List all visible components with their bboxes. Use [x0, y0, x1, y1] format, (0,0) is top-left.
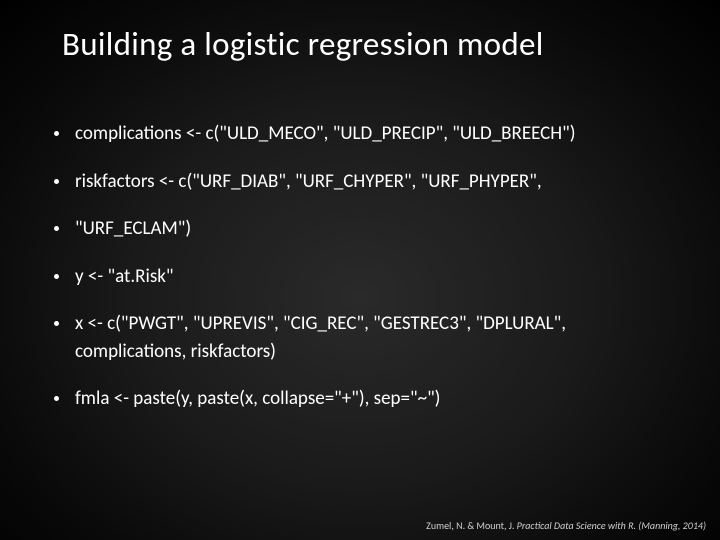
list-item: y <- "at.Risk"	[54, 263, 672, 291]
bullet-icon	[54, 226, 59, 231]
slide-title: Building a logistic regression model	[0, 0, 720, 64]
bullet-icon	[54, 396, 59, 401]
citation-title: Practical Data Science with R.	[517, 519, 636, 532]
bullet-icon	[54, 274, 59, 279]
bullet-icon	[54, 131, 59, 136]
bullet-text: riskfactors <- c("URF_DIAB", "URF_CHYPER…	[75, 168, 672, 196]
bullet-text: x <- c("PWGT", "UPREVIS", "CIG_REC", "GE…	[75, 310, 672, 365]
list-item: "URF_ECLAM")	[54, 215, 672, 243]
bullet-text: complications <- c("ULD_MECO", "ULD_PREC…	[75, 120, 672, 148]
list-item: fmla <- paste(y, paste(x, collapse="+"),…	[54, 385, 672, 413]
bullet-text: y <- "at.Risk"	[75, 263, 672, 291]
bullet-list: complications <- c("ULD_MECO", "ULD_PREC…	[0, 64, 720, 413]
bullet-icon	[54, 321, 59, 326]
bullet-text: "URF_ECLAM")	[75, 215, 672, 243]
bullet-icon	[54, 179, 59, 184]
list-item: complications <- c("ULD_MECO", "ULD_PREC…	[54, 120, 672, 148]
list-item: riskfactors <- c("URF_DIAB", "URF_CHYPER…	[54, 168, 672, 196]
bullet-text: fmla <- paste(y, paste(x, collapse="+"),…	[75, 385, 672, 413]
citation-authors: Zumel, N. & Mount, J.	[426, 519, 517, 532]
citation: Zumel, N. & Mount, J. Practical Data Sci…	[426, 519, 706, 532]
list-item: x <- c("PWGT", "UPREVIS", "CIG_REC", "GE…	[54, 310, 672, 365]
citation-pub: (Manning, 2014)	[636, 519, 706, 532]
